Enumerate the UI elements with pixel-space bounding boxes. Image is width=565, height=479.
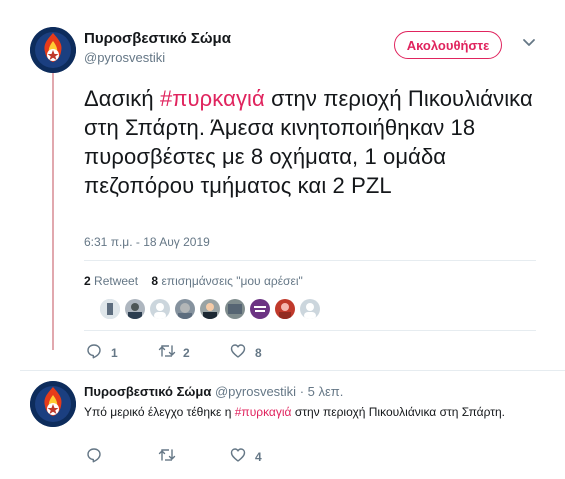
reply-retweet-button[interactable] [158,447,198,465]
like-icon [230,448,246,462]
retweets-count[interactable]: 2 [84,274,91,288]
liker-avatar[interactable] [273,297,297,321]
reply-author-avatar[interactable] [30,381,76,427]
reply-like-button[interactable]: 4 [230,447,270,465]
like-button[interactable]: 8 [230,343,270,361]
reply-reply-button[interactable] [86,447,126,465]
divider [84,260,536,261]
retweet-button[interactable]: 2 [158,343,198,361]
reply-tweet-text: Υπό μερικό έλεγχο τέθηκε η #πυρκαγιά στη… [84,403,524,422]
liker-avatar[interactable] [123,297,147,321]
reply-count: 1 [111,346,118,360]
likes-label[interactable]: επισημάνσεις "μου αρέσει" [161,274,302,288]
hashtag-link[interactable]: #πυρκαγιά [160,86,265,111]
reply-text-after: στην περιοχή Πικουλιάνικα στη Σπάρτη. [291,405,506,419]
tweet-timestamp[interactable]: 6:31 π.μ. - 18 Αυγ 2019 [84,235,210,249]
reply-time[interactable]: 5 λεπ. [308,384,344,399]
reply-icon [87,344,101,359]
tweet-text: Δασική #πυρκαγιά στην περιοχή Πικουλιάνι… [84,84,554,200]
reply-hashtag-link[interactable]: #πυρκαγιά [235,405,292,419]
divider [20,370,565,371]
retweet-count: 2 [183,346,190,360]
reply-like-count: 4 [255,450,262,464]
tweet-text-before: Δασική [84,86,160,111]
reply-author-handle[interactable]: @pyrosvestiki [215,384,296,399]
engagement-stats: 2 Retweet 8 επισημάνσεις "μου αρέσει" [84,274,303,288]
author-handle[interactable]: @pyrosvestiki [84,50,165,65]
likes-count[interactable]: 8 [151,274,158,288]
reply-text-before: Υπό μερικό έλεγχο τέθηκε η [84,405,235,419]
retweet-icon [158,449,176,461]
time-separator: · [296,384,308,399]
reply-header: Πυροσβεστικό Σώμα @pyrosvestiki · 5 λεπ. [84,384,343,399]
like-icon [230,344,246,358]
liker-avatar[interactable] [298,297,322,321]
retweet-icon [158,345,176,357]
reply-icon [87,448,101,463]
thread-connector [52,72,54,350]
author-avatar[interactable] [30,27,76,73]
reply-author-name[interactable]: Πυροσβεστικό Σώμα [84,384,211,399]
author-name[interactable]: Πυροσβεστικό Σώμα [84,30,231,47]
like-count: 8 [255,346,262,360]
liker-avatar[interactable] [173,297,197,321]
divider [84,330,536,331]
chevron-down-icon[interactable] [522,38,536,48]
reply-button[interactable]: 1 [86,343,126,361]
liker-avatar[interactable] [198,297,222,321]
liker-avatar[interactable] [148,297,172,321]
liker-avatar[interactable] [248,297,272,321]
follow-button[interactable]: Ακολουθήστε [394,31,502,59]
retweets-label[interactable]: Retweet [94,274,138,288]
liker-avatar[interactable] [223,297,247,321]
liker-avatar[interactable] [98,297,122,321]
